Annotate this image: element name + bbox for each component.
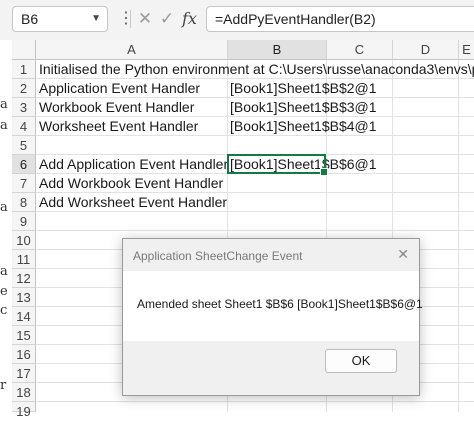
check-icon[interactable]: ✓ bbox=[156, 6, 178, 32]
formula-bar: B6 ▼ ⋮ ✕ ✓ fx =AddPyEventHandler(B2) bbox=[0, 0, 474, 40]
grid-line bbox=[36, 401, 474, 402]
grid-line bbox=[458, 60, 459, 412]
row-header[interactable]: 11 bbox=[12, 250, 36, 269]
row-header[interactable]: 6 bbox=[12, 155, 36, 174]
cell-a8[interactable]: Add Worksheet Event Handler bbox=[39, 193, 227, 212]
formula-text: =AddPyEventHandler(B2) bbox=[215, 11, 376, 27]
grid-line bbox=[36, 230, 474, 231]
row-header[interactable]: 9 bbox=[12, 212, 36, 231]
row-header[interactable]: 1 bbox=[12, 60, 36, 79]
cell-a6[interactable]: Add Application Event Handler bbox=[39, 155, 228, 174]
dialog-body: Amended sheet Sheet1 $B$6 [Book1]Sheet1$… bbox=[123, 271, 423, 341]
more-options-icon[interactable]: ⋮ bbox=[118, 8, 134, 28]
background-window-edge: a a a a e c r bbox=[0, 40, 12, 412]
close-icon[interactable]: ✕ bbox=[134, 6, 156, 32]
fill-handle[interactable] bbox=[320, 168, 328, 176]
row-header[interactable]: 19 bbox=[12, 402, 36, 419]
row-header[interactable]: 4 bbox=[12, 117, 36, 136]
row-header[interactable]: 14 bbox=[12, 307, 36, 326]
row-header[interactable]: 12 bbox=[12, 269, 36, 288]
ok-button[interactable]: OK bbox=[325, 349, 397, 373]
column-header-b[interactable]: B bbox=[228, 40, 327, 60]
row-header[interactable]: 5 bbox=[12, 136, 36, 155]
cell-a7[interactable]: Add Workbook Event Handler bbox=[39, 174, 223, 193]
edge-char: a bbox=[0, 118, 8, 133]
edge-char: a bbox=[0, 200, 8, 215]
chevron-down-icon[interactable]: ▼ bbox=[91, 13, 101, 24]
edge-char: c bbox=[0, 303, 8, 318]
edge-char: r bbox=[0, 378, 7, 393]
row-header[interactable]: 17 bbox=[12, 364, 36, 383]
active-cell-outline[interactable] bbox=[227, 154, 328, 176]
row-header[interactable]: 8 bbox=[12, 193, 36, 212]
dialog-title: Application SheetChange Event bbox=[133, 249, 303, 263]
cell-a2[interactable]: Application Event Handler bbox=[39, 79, 200, 98]
edge-char: e bbox=[0, 284, 8, 299]
column-header-a[interactable]: A bbox=[36, 40, 228, 60]
cell-b3[interactable]: [Book1]Sheet1$B$3@1 bbox=[230, 98, 377, 117]
edge-char: a bbox=[0, 97, 8, 112]
column-header-d[interactable]: D bbox=[393, 40, 459, 60]
edge-char: a bbox=[0, 264, 8, 279]
insert-function-button[interactable]: fx bbox=[182, 6, 197, 32]
cell-reference: B6 bbox=[21, 11, 39, 27]
row-header[interactable]: 10 bbox=[12, 231, 36, 250]
row-header[interactable]: 15 bbox=[12, 326, 36, 345]
row-header[interactable]: 18 bbox=[12, 383, 36, 402]
column-header-c[interactable]: C bbox=[327, 40, 393, 60]
dialog-message: Amended sheet Sheet1 $B$6 [Book1]Sheet1$… bbox=[137, 297, 423, 311]
cell-a4[interactable]: Worksheet Event Handler bbox=[39, 117, 198, 136]
column-header-e[interactable]: E bbox=[459, 40, 474, 60]
row-header[interactable]: 3 bbox=[12, 98, 36, 117]
cell-a1[interactable]: Initialised the Python environment at C:… bbox=[39, 60, 474, 79]
row-header[interactable]: 13 bbox=[12, 288, 36, 307]
select-all-corner[interactable] bbox=[12, 40, 36, 60]
cell-b2[interactable]: [Book1]Sheet1$B$2@1 bbox=[230, 79, 377, 98]
name-box[interactable]: B6 ▼ bbox=[12, 6, 108, 32]
message-dialog: Application SheetChange Event ✕ Amended … bbox=[122, 238, 423, 396]
formula-input[interactable]: =AddPyEventHandler(B2) bbox=[206, 6, 474, 32]
divider bbox=[130, 10, 131, 28]
row-header[interactable]: 2 bbox=[12, 79, 36, 98]
cell-a3[interactable]: Workbook Event Handler bbox=[39, 98, 194, 117]
row-header[interactable]: 16 bbox=[12, 345, 36, 364]
cell-b4[interactable]: [Book1]Sheet1$B$4@1 bbox=[230, 117, 377, 136]
row-header[interactable]: 7 bbox=[12, 174, 36, 193]
close-icon[interactable]: ✕ bbox=[397, 246, 409, 263]
